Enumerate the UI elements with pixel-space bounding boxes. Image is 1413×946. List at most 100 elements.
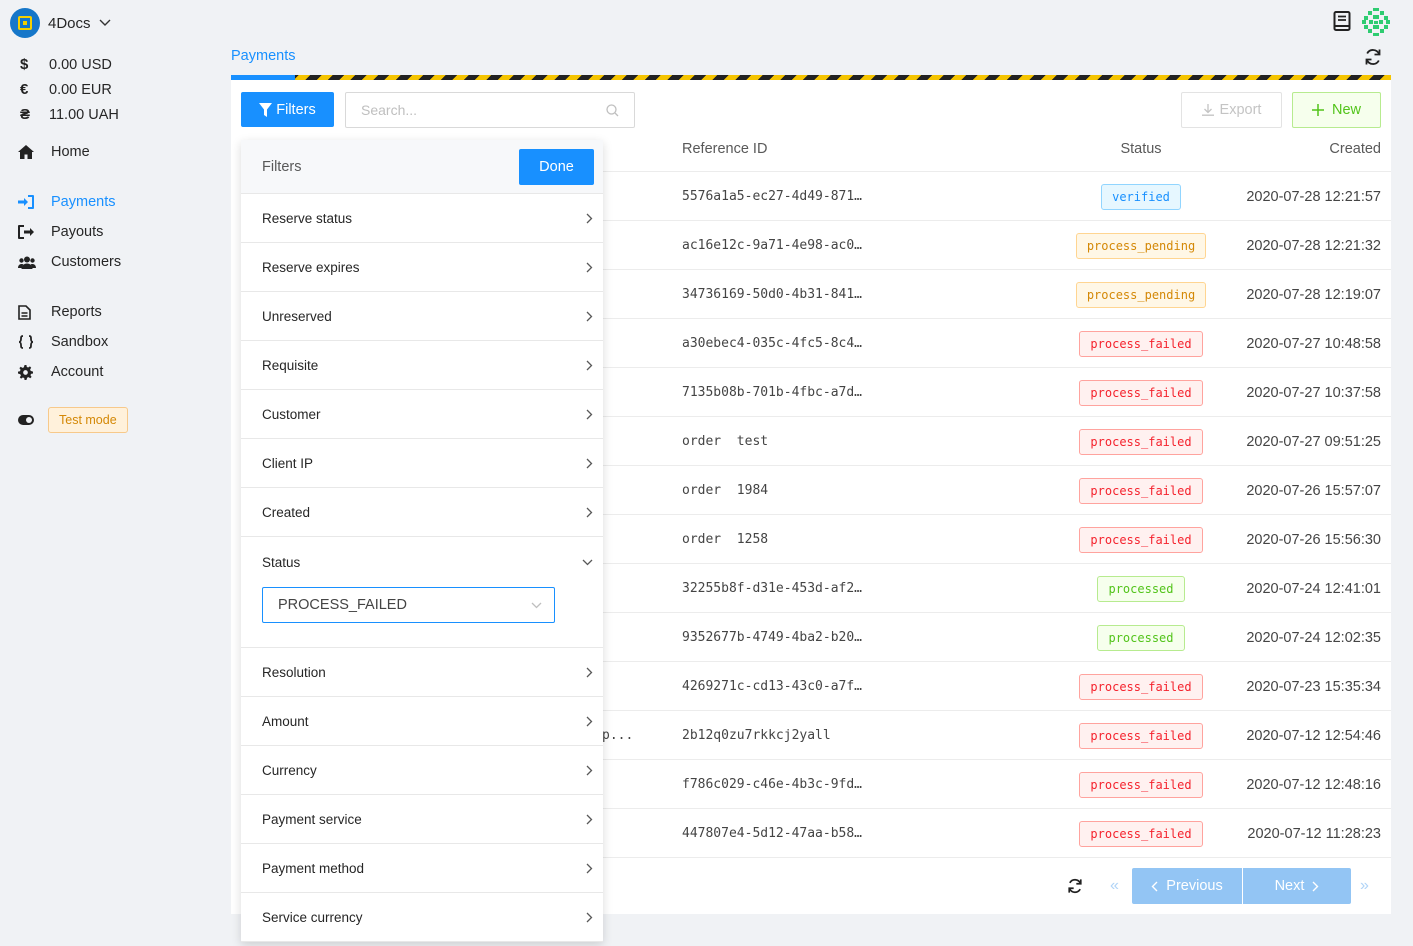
column-header-status[interactable]: Status	[1020, 141, 1262, 157]
status-select[interactable]: PROCESS_FAILED	[262, 587, 555, 623]
nav-label: Sandbox	[51, 334, 109, 350]
export-button[interactable]: Export	[1181, 92, 1282, 128]
plus-icon	[1311, 104, 1324, 116]
table-bottom-border	[602, 857, 1391, 858]
table-row[interactable]: a30ebec4-035c-4fc5-8c4… process_failed 202…	[602, 318, 1391, 367]
table-row[interactable]: 447807e4-5d12-47aa-b58… process_failed 202…	[602, 808, 1391, 857]
export-label: Export	[1219, 102, 1262, 118]
filter-item-currency[interactable]: Currency	[241, 746, 603, 795]
status-badge: process_failed	[1079, 526, 1203, 553]
filter-item-resolution[interactable]: Resolution	[241, 648, 603, 697]
done-button[interactable]: Done	[519, 148, 594, 185]
column-header-reference[interactable]: Reference ID	[682, 141, 767, 157]
status-badge: process_failed	[1079, 428, 1203, 455]
filters-button[interactable]: Filters	[241, 92, 334, 127]
filter-item-created[interactable]: Created	[241, 488, 603, 537]
filter-item-service-currency[interactable]: Service currency	[241, 893, 603, 942]
test-mode-toggle[interactable]: Test mode	[18, 407, 128, 433]
chevron-right-icon	[586, 507, 593, 517]
breadcrumb[interactable]: Payments	[231, 48, 295, 64]
filter-item-payment-method[interactable]: Payment method	[241, 844, 603, 893]
filter-item-client-ip[interactable]: Client IP	[241, 439, 603, 488]
chevron-right-icon	[586, 458, 593, 468]
nav-item-customers[interactable]: Customers	[18, 247, 121, 277]
filter-item-status[interactable]: Status PROCESS_FAILED	[241, 537, 603, 648]
nav-item-home[interactable]: Home	[18, 137, 90, 167]
refresh-icon[interactable]	[1364, 48, 1382, 66]
search-input[interactable]	[361, 102, 606, 118]
nav-item-account[interactable]: Account	[18, 357, 108, 387]
reference-id: f786c029-c46e-4b3c-9fd…	[682, 777, 863, 792]
reference-id: 5576a1a5-ec27-4d49-871…	[682, 189, 863, 204]
status-cell: process_pending	[1020, 270, 1262, 319]
chevron-right-icon	[586, 262, 593, 272]
truncated-cell-text: p...	[602, 728, 634, 743]
sidebar: 4Docs $0.00 USD €0.00 EUR ₴ 11.00 UAH Hom…	[0, 0, 220, 946]
balance-amount: 0.00 EUR	[49, 81, 112, 98]
status-cell: verified	[1020, 172, 1262, 221]
nav-item-payouts[interactable]: Payouts	[18, 217, 121, 247]
created-date: 2020-07-12 12:54:46	[1246, 727, 1381, 744]
refresh-icon[interactable]	[1067, 878, 1083, 894]
filter-item-requisite[interactable]: Requisite	[241, 341, 603, 390]
chevron-right-icon	[586, 360, 593, 370]
table-row[interactable]: 34736169-50d0-4b31-841… process_pending 20…	[602, 269, 1391, 318]
table-row[interactable]: 2b12q0zu7rkkcj2yall process_failed 2020-07…	[602, 710, 1391, 759]
status-badge: process_failed	[1079, 477, 1203, 504]
chevron-right-icon	[586, 863, 593, 873]
status-badge: process_pending	[1075, 281, 1207, 308]
created-date: 2020-07-23 15:35:34	[1246, 678, 1381, 695]
reference-id: 447807e4-5d12-47aa-b58…	[682, 826, 863, 841]
nav-item-reports[interactable]: Reports	[18, 297, 108, 327]
filter-item-reserve-expires[interactable]: Reserve expires	[241, 243, 603, 292]
chevron-right-icon	[1312, 881, 1319, 891]
previous-label: Previous	[1166, 878, 1223, 894]
table-row[interactable]: ac16e12c-9a71-4e98-ac0… process_pending 20…	[602, 220, 1391, 269]
table-row[interactable]: 5576a1a5-ec27-4d49-871… verified 2020-07-2…	[602, 171, 1391, 220]
table-row[interactable]: f786c029-c46e-4b3c-9fd… process_failed 202…	[602, 759, 1391, 808]
table-row[interactable]: 32255b8f-d31e-453d-af2… processed 2020-07-…	[602, 563, 1391, 612]
filter-item-reserve-status[interactable]: Reserve status	[241, 194, 603, 243]
created-date: 2020-07-26 15:56:30	[1246, 531, 1381, 548]
previous-button[interactable]: Previous	[1132, 868, 1242, 904]
reference-id: 4269271c-cd13-43c0-a7f…	[682, 679, 863, 694]
sign-out-icon	[18, 225, 34, 239]
filter-item-unreserved[interactable]: Unreserved	[241, 292, 603, 341]
nav-item-sandbox[interactable]: Sandbox	[18, 327, 108, 357]
new-button[interactable]: New	[1292, 92, 1381, 128]
app-switcher[interactable]: 4Docs	[10, 8, 111, 38]
column-header-created[interactable]: Created	[1329, 141, 1381, 157]
chevron-right-icon	[586, 667, 593, 677]
gear-icon	[18, 364, 33, 380]
last-page-icon[interactable]: »	[1360, 877, 1369, 895]
book-icon[interactable]	[1333, 11, 1351, 31]
nav-label: Reports	[51, 304, 102, 320]
balance-amount: 11.00 UAH	[49, 106, 119, 123]
table-row[interactable]: order 1258 process_failed 2020-07-26 15:56…	[602, 514, 1391, 563]
chevron-right-icon	[586, 912, 593, 922]
table-row[interactable]: order test process_failed 2020-07-27 09:51…	[602, 416, 1391, 465]
filter-label: Reserve expires	[262, 259, 360, 275]
table-row[interactable]: 9352677b-4749-4ba2-b20… processed 2020-07-…	[602, 612, 1391, 661]
next-button[interactable]: Next	[1243, 868, 1351, 904]
avatar[interactable]	[1361, 7, 1391, 37]
filter-item-amount[interactable]: Amount	[241, 697, 603, 746]
table-row[interactable]: 7135b08b-701b-4fbc-a7d… process_failed 202…	[602, 367, 1391, 416]
status-cell: process_failed	[1020, 515, 1262, 564]
table-row[interactable]: 4269271c-cd13-43c0-a7f… process_failed 202…	[602, 661, 1391, 710]
filter-item-customer[interactable]: Customer	[241, 390, 603, 439]
status-cell: process_pending	[1020, 221, 1262, 270]
nav-item-payments[interactable]: Payments	[18, 187, 121, 217]
first-page-icon[interactable]: «	[1110, 877, 1119, 895]
reference-id: 32255b8f-d31e-453d-af2…	[682, 581, 863, 596]
nav-label: Customers	[51, 254, 122, 270]
table-row[interactable]: order 1984 process_failed 2020-07-26 15:57…	[602, 465, 1391, 514]
download-icon	[1201, 104, 1214, 116]
filter-item-payment-service[interactable]: Payment service	[241, 795, 603, 844]
chevron-right-icon	[586, 409, 593, 419]
created-date: 2020-07-27 09:51:25	[1246, 433, 1381, 450]
search-box[interactable]	[345, 92, 635, 128]
reference-id: 34736169-50d0-4b31-841…	[682, 287, 863, 302]
created-date: 2020-07-28 12:19:07	[1246, 286, 1381, 303]
filter-label: Created	[262, 504, 311, 520]
